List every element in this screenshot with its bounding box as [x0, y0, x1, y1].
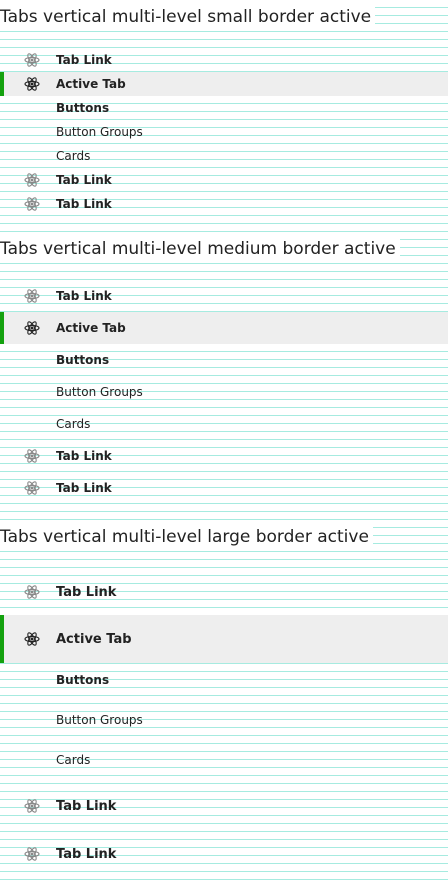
atom-icon	[24, 288, 40, 304]
tab-link[interactable]: Tab Link	[0, 168, 448, 192]
atom-icon	[24, 52, 40, 68]
tab-link[interactable]: Tab Link	[0, 830, 448, 878]
subtab-label: Buttons	[56, 101, 110, 115]
section-title: Tabs vertical multi-level large border a…	[0, 526, 373, 548]
tab-label: Tab Link	[56, 289, 112, 303]
tab-active[interactable]: Active Tab	[0, 615, 448, 663]
subtab-label: Cards	[56, 149, 91, 163]
subtab-label: Buttons	[56, 353, 110, 367]
tab-label: Active Tab	[56, 631, 132, 647]
atom-icon	[24, 196, 40, 212]
atom-icon	[24, 480, 40, 496]
subtab-label: Cards	[56, 753, 91, 767]
subtab-label: Button Groups	[56, 385, 143, 399]
tab-link[interactable]: Tab Link	[0, 782, 448, 830]
tab-link[interactable]: Tab Link	[0, 440, 448, 472]
section-title: Tabs vertical multi-level medium border …	[0, 238, 400, 260]
subtab-label: Button Groups	[56, 713, 143, 727]
subtab-label: Buttons	[56, 673, 110, 687]
subtab-buttons[interactable]: Buttons	[0, 660, 448, 700]
tab-label: Tab Link	[56, 197, 112, 211]
subtab-buttons[interactable]: Buttons	[0, 344, 448, 376]
tab-active[interactable]: Active Tab	[0, 312, 448, 344]
tab-label: Active Tab	[56, 321, 126, 335]
tab-link[interactable]: Tab Link	[0, 192, 448, 216]
tab-label: Tab Link	[56, 846, 117, 862]
tab-link[interactable]: Tab Link	[0, 48, 448, 72]
subtab-button-groups[interactable]: Button Groups	[0, 376, 448, 408]
tab-label: Tab Link	[56, 449, 112, 463]
subtab-button-groups[interactable]: Button Groups	[0, 120, 448, 144]
atom-icon	[24, 320, 40, 336]
atom-icon	[24, 584, 40, 600]
tab-label: Tab Link	[56, 584, 117, 600]
tab-label: Active Tab	[56, 77, 126, 91]
tab-label: Tab Link	[56, 798, 117, 814]
atom-icon	[24, 76, 40, 92]
atom-icon	[24, 846, 40, 862]
section-title: Tabs vertical multi-level small border a…	[0, 6, 376, 28]
subtab-cards[interactable]: Cards	[0, 740, 448, 780]
subtab-button-groups[interactable]: Button Groups	[0, 700, 448, 740]
tab-label: Tab Link	[56, 173, 112, 187]
tab-link[interactable]: Tab Link	[0, 472, 448, 504]
subtab-buttons[interactable]: Buttons	[0, 96, 448, 120]
atom-icon	[24, 172, 40, 188]
tab-active[interactable]: Active Tab	[0, 72, 448, 96]
subtab-label: Cards	[56, 417, 91, 431]
atom-icon	[24, 631, 40, 647]
subtab-cards[interactable]: Cards	[0, 408, 448, 440]
tab-link[interactable]: Tab Link	[0, 280, 448, 312]
atom-icon	[24, 448, 40, 464]
atom-icon	[24, 798, 40, 814]
tab-label: Tab Link	[56, 481, 112, 495]
subtab-cards[interactable]: Cards	[0, 144, 448, 168]
tab-label: Tab Link	[56, 53, 112, 67]
subtab-label: Button Groups	[56, 125, 143, 139]
tab-link[interactable]: Tab Link	[0, 568, 448, 616]
